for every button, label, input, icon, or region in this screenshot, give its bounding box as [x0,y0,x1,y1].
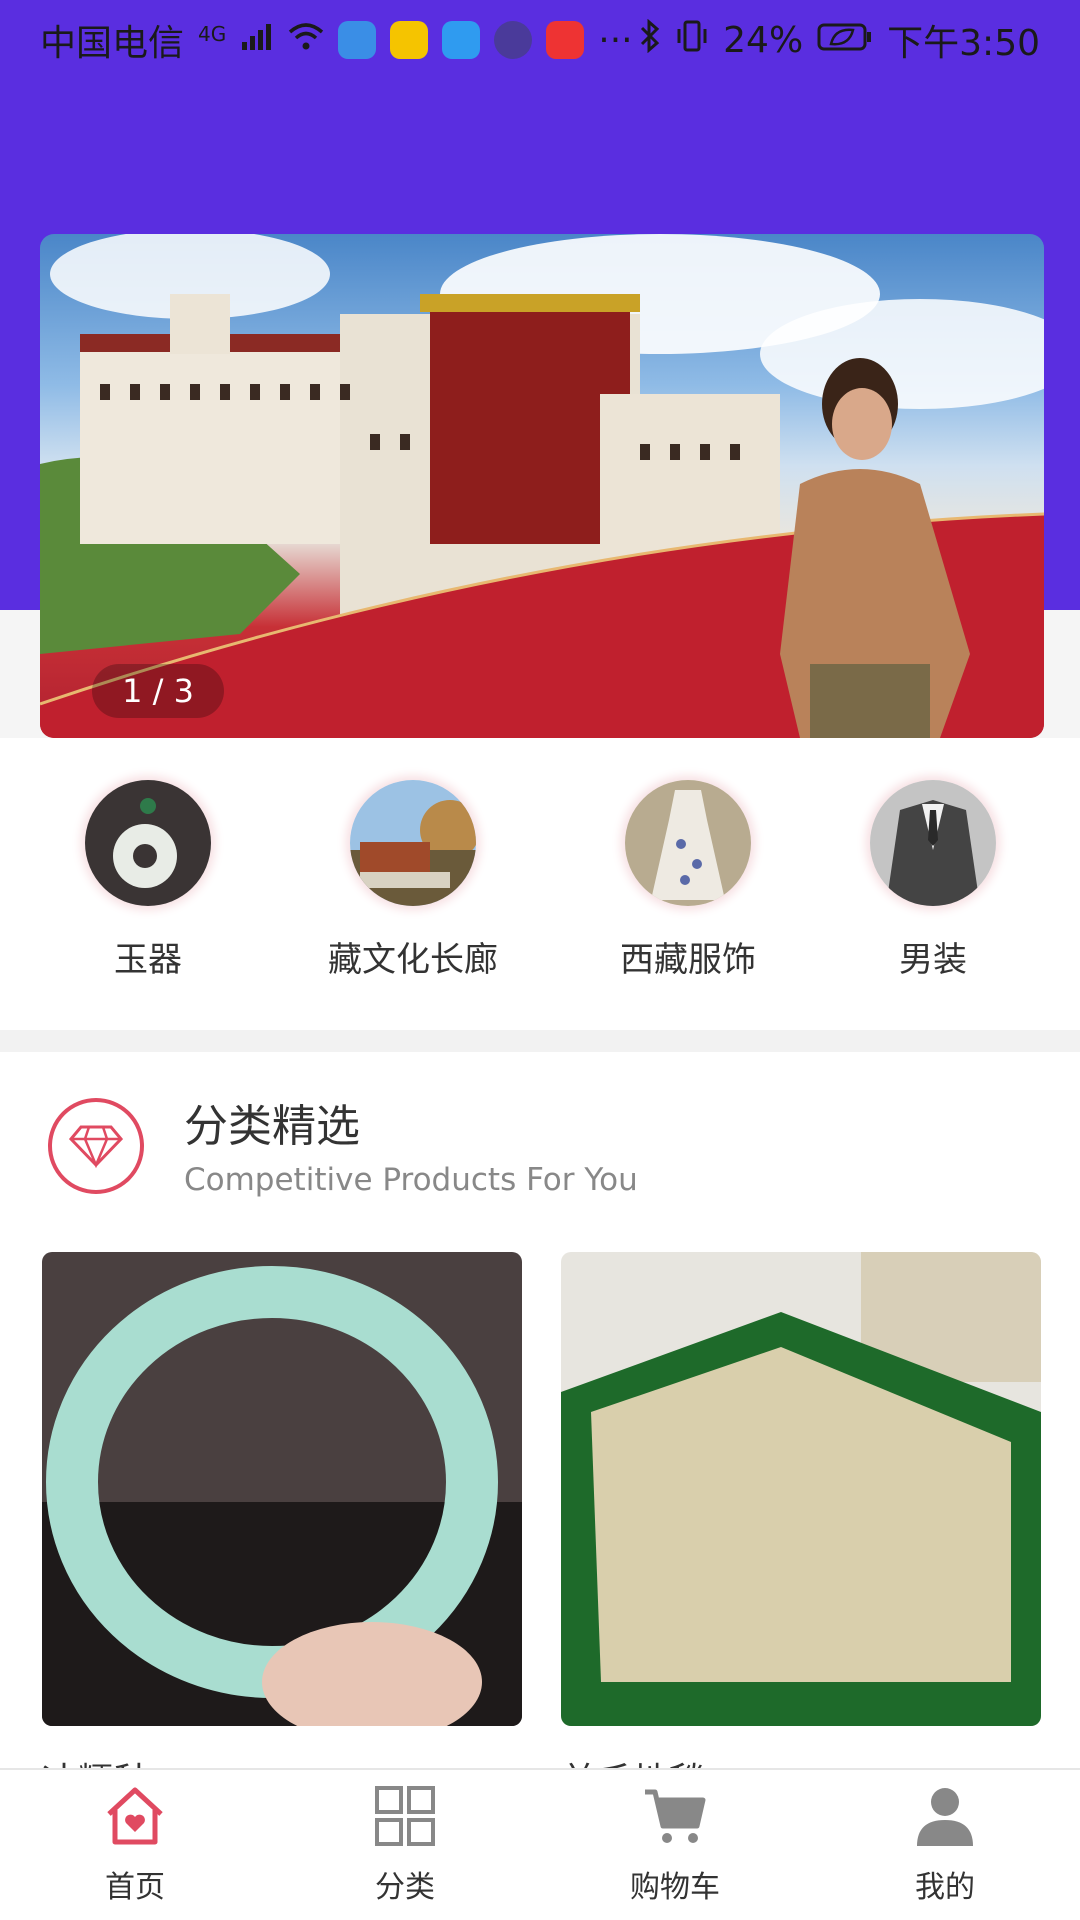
tab-cart[interactable]: 购物车 [590,1782,760,1906]
user-icon [911,1782,979,1854]
category-clothing-image [625,780,751,906]
battery-icon [817,20,873,61]
status-bar: 中国电信 4G ··· 24% 下午3:50 [0,0,1080,80]
category-menswear-image [870,780,996,906]
tab-label: 首页 [105,1870,165,1905]
tab-label: 分类 [375,1870,435,1905]
category-label: 玉器 [114,940,182,980]
section-title: 分类精选 [184,1101,360,1152]
tab-label: 购物车 [630,1870,720,1905]
bottom-tab-bar: 首页 分类 购物车 我的 [0,1768,1080,1920]
vibrate-icon [675,19,709,62]
product-card-bangle[interactable] [42,1252,522,1726]
wifi-icon [288,20,324,61]
category-label: 男装 [899,940,967,980]
home-icon [101,1782,169,1854]
cart-icon [641,1782,709,1854]
section-divider [0,1030,1080,1052]
app-notification-icon [494,21,533,59]
diamond-icon [48,1098,144,1194]
toutiao-icon [546,21,585,59]
app-notification-icon [442,21,481,59]
more-notifications: ··· [598,19,633,61]
app-notification-icon [338,21,377,59]
signal-icon [240,20,274,61]
promo-banner-carousel[interactable]: 1 / 3 [40,234,1044,738]
grid-icon [371,1782,439,1854]
product-image [42,1252,522,1726]
category-label: 西藏服饰 [620,940,756,980]
carrier-label: 中国电信 [40,23,185,64]
category-label: 藏文化长廊 [328,940,498,980]
bluetooth-icon [639,18,661,62]
category-culture-gallery[interactable]: 藏文化长廊 [313,780,513,981]
product-card-rug[interactable] [561,1252,1041,1726]
tab-label: 我的 [915,1870,975,1905]
battery-percent: 24% [723,19,804,61]
weibo-icon [390,21,429,59]
category-jade-image [85,780,211,906]
clock: 下午3:50 [887,23,1040,64]
product-image [561,1252,1041,1726]
network-type: 4G [198,22,227,46]
section-subtitle: Competitive Products For You [184,1162,638,1198]
category-tibetan-clothing[interactable]: 西藏服饰 [588,780,788,981]
category-menswear[interactable]: 男装 [833,780,1033,981]
category-culture-image [350,780,476,906]
banner-image [40,234,1044,738]
tab-profile[interactable]: 我的 [860,1782,1030,1906]
carousel-indicator: 1 / 3 [92,664,224,718]
tab-home[interactable]: 首页 [50,1782,220,1906]
category-jade[interactable]: 玉器 [48,780,248,981]
tab-category[interactable]: 分类 [320,1782,490,1906]
